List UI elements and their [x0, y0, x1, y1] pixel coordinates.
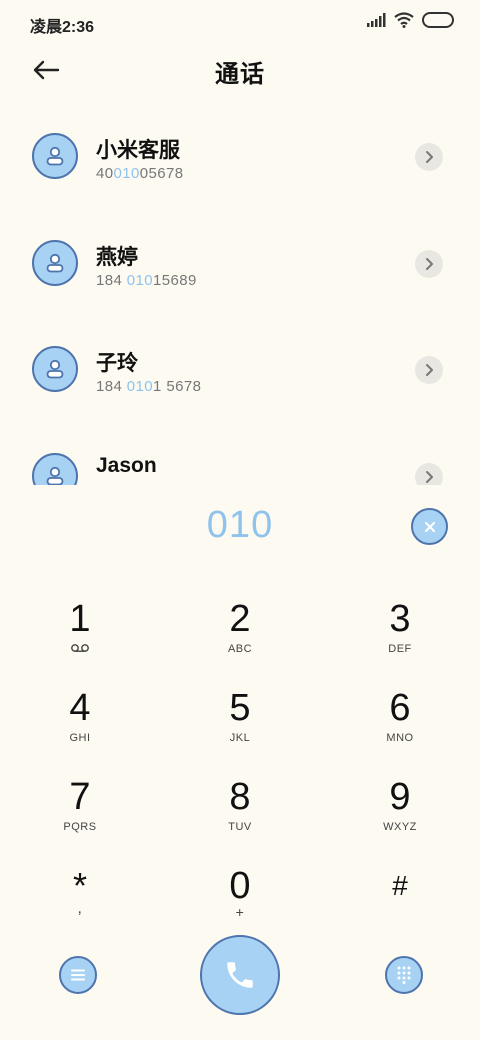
key-letters: ABC — [227, 643, 253, 655]
contact-detail-button[interactable] — [415, 250, 443, 278]
close-icon — [424, 521, 435, 532]
key-digit: 6 — [389, 687, 411, 729]
number-suffix: 15689 — [153, 272, 197, 289]
key-2[interactable]: 2 ABC — [190, 599, 290, 679]
key-letters: PQRS — [63, 821, 97, 833]
status-time: 凌晨2:36 — [30, 19, 95, 36]
key-8[interactable]: 8 TUV — [190, 777, 290, 857]
key-digit: 7 — [69, 776, 91, 818]
contact-name: Jason — [96, 454, 157, 477]
status-bar: 凌晨2:36 — [0, 0, 480, 44]
call-button[interactable] — [200, 935, 280, 1015]
key-digit: 0 — [229, 865, 251, 907]
avatar — [32, 240, 78, 286]
signal-icon — [367, 13, 386, 27]
person-icon — [46, 359, 64, 379]
chevron-right-icon — [426, 471, 433, 483]
key-3[interactable]: 3 DEF — [350, 599, 450, 679]
number-suffix: 1 5678 — [153, 378, 202, 395]
person-icon — [46, 253, 64, 273]
clear-button[interactable] — [411, 508, 448, 545]
key-6[interactable]: 6 MNO — [350, 688, 450, 768]
avatar — [32, 133, 78, 179]
key-digit: 4 — [69, 687, 91, 729]
key-letters: TUV — [228, 821, 252, 833]
menu-button[interactable] — [59, 956, 97, 994]
key-4[interactable]: 4 GHI — [30, 688, 130, 768]
person-icon — [46, 466, 64, 485]
avatar — [32, 453, 78, 485]
key-digit: 5 — [229, 687, 251, 729]
key-star[interactable]: * , — [30, 866, 130, 946]
key-letters: + — [235, 904, 245, 920]
key-9[interactable]: 9 WXYZ — [350, 777, 450, 857]
key-hash[interactable]: # — [350, 866, 450, 946]
contact-detail-button[interactable] — [415, 463, 443, 485]
number-prefix: 184 — [96, 378, 127, 395]
person-icon — [46, 146, 64, 166]
number-prefix: 40 — [96, 165, 114, 182]
contact-list[interactable]: 小米客服 4001005678 燕婷 184 01015689 子玲 184 0… — [0, 107, 480, 485]
battery-icon — [422, 12, 454, 28]
number-match: 010 — [113, 165, 140, 182]
number-prefix: 184 — [96, 272, 127, 289]
dialed-number-input[interactable]: 010 — [0, 504, 480, 547]
key-5[interactable]: 5 JKL — [190, 688, 290, 768]
key-digit: 1 — [69, 598, 91, 640]
key-digit: 3 — [389, 598, 411, 640]
contact-name: 燕婷 — [96, 246, 138, 269]
number-match: 010 — [126, 378, 154, 395]
key-digit: # — [392, 870, 408, 901]
contact-row[interactable]: 子玲 184 0101 5678 — [0, 320, 480, 420]
dialpad-icon — [397, 966, 411, 984]
page-title: 通话 — [215, 61, 265, 88]
avatar — [32, 346, 78, 392]
key-0[interactable]: 0 + — [190, 866, 290, 946]
key-letters: WXYZ — [383, 821, 417, 833]
contact-row[interactable]: Jason — [0, 427, 480, 485]
key-1[interactable]: 1 — [30, 599, 130, 679]
chevron-right-icon — [426, 364, 433, 376]
key-digit: 9 — [389, 776, 411, 818]
voicemail-icon — [30, 643, 130, 656]
contact-number: 4001005678 — [96, 165, 183, 182]
number-suffix: 05678 — [139, 165, 184, 182]
key-letters: MNO — [386, 732, 414, 744]
chevron-right-icon — [426, 258, 433, 270]
contact-number: 184 0101 5678 — [96, 378, 201, 395]
contact-row[interactable]: 小米客服 4001005678 — [0, 107, 480, 207]
key-digit: 8 — [229, 776, 251, 818]
contact-detail-button[interactable] — [415, 143, 443, 171]
contact-name: 小米客服 — [96, 139, 180, 162]
status-icons — [366, 12, 454, 28]
chevron-right-icon — [426, 151, 433, 163]
contact-row[interactable]: 燕婷 184 01015689 — [0, 214, 480, 314]
menu-icon — [71, 969, 85, 981]
key-letters: GHI — [69, 732, 91, 744]
number-match: 010 — [126, 272, 154, 289]
key-7[interactable]: 7 PQRS — [30, 777, 130, 857]
key-digit: 2 — [229, 598, 251, 640]
key-letters: JKL — [229, 732, 251, 744]
phone-icon — [227, 962, 253, 988]
key-letters: , — [77, 900, 83, 917]
contact-detail-button[interactable] — [415, 356, 443, 384]
key-letters: DEF — [388, 643, 412, 655]
contact-name: 子玲 — [96, 352, 138, 375]
contact-number: 184 01015689 — [96, 272, 197, 289]
wifi-icon — [394, 12, 414, 28]
keypad-toggle-button[interactable] — [385, 956, 423, 994]
